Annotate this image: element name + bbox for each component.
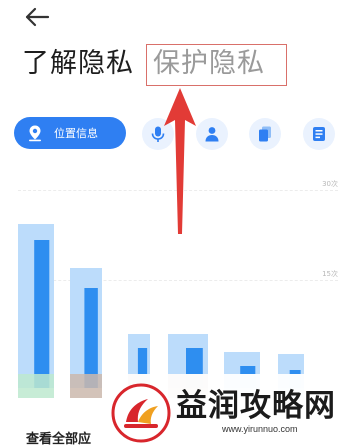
watermark-url: www.yirunnuo.com <box>222 424 298 434</box>
annotation-arrow-icon <box>164 88 196 234</box>
view-all-apps-link[interactable]: 查看全部应 <box>26 428 91 447</box>
watermark-logo <box>111 383 171 443</box>
chart-bar-base-2 <box>70 374 102 398</box>
watermark-title: 益润攻略网 <box>176 388 336 424</box>
watermark: 益润攻略网 www.yirunnuo.com <box>104 374 356 448</box>
chart-bar-base-1 <box>18 374 54 398</box>
chart-bar-dark-1 <box>34 240 50 388</box>
chart-bar-dark-2 <box>84 288 98 388</box>
